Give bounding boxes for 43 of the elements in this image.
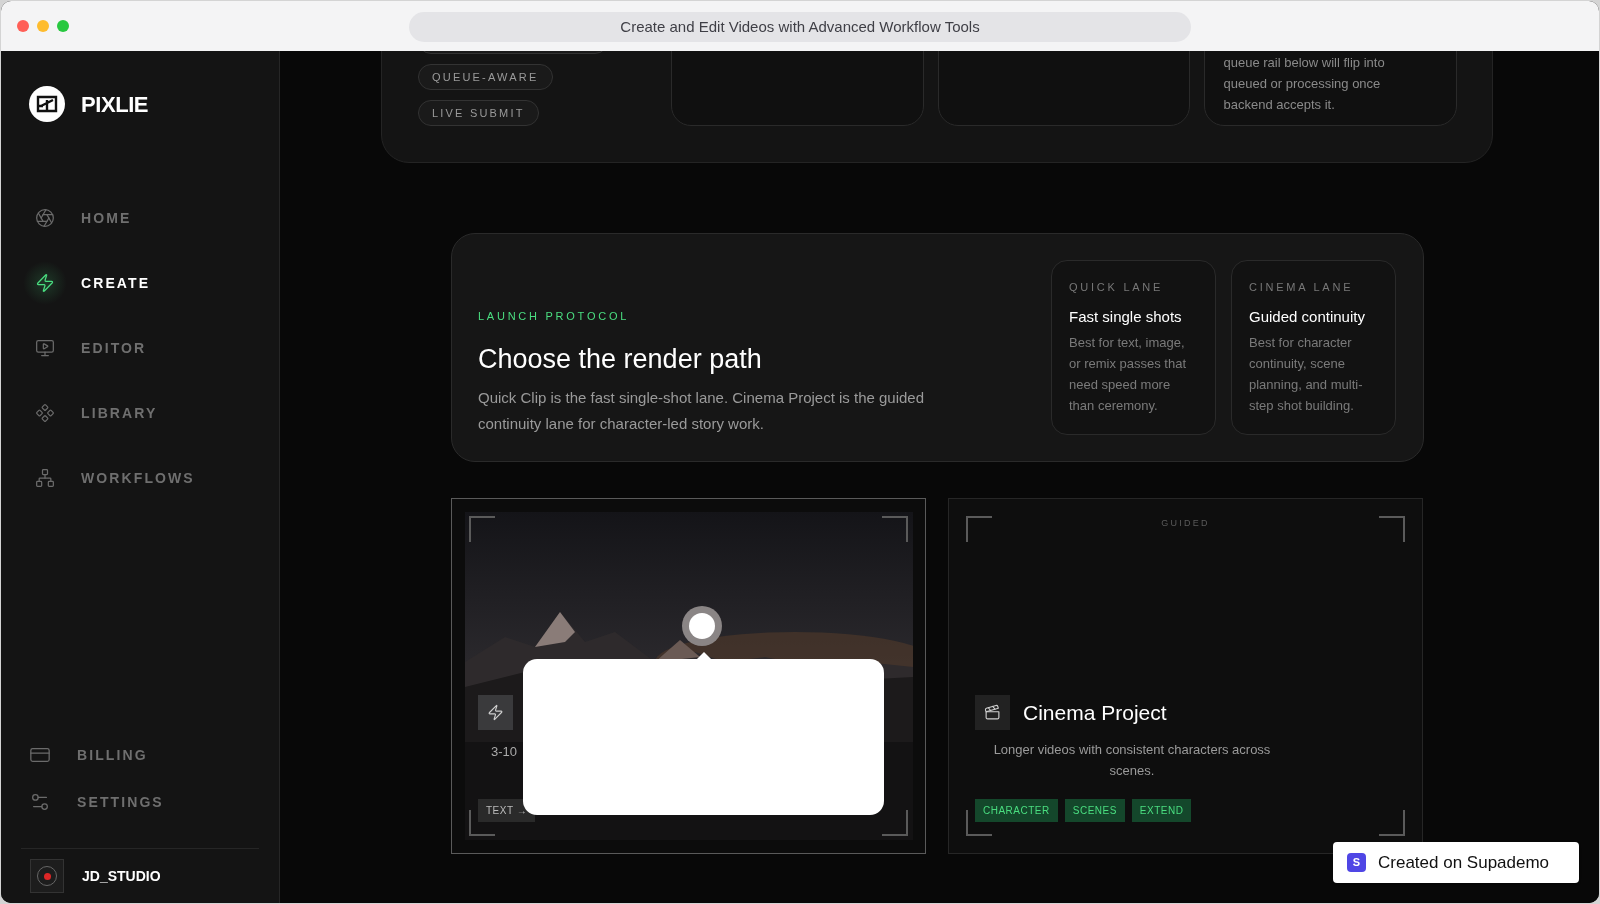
nav-item[interactable]: LIBRARY [23, 391, 253, 435]
nav-item[interactable]: BILLING [29, 739, 259, 771]
mode-card[interactable]: GUIDED Cinema Project Longer videos with consistent characters across scenes. CHARACTER SCENES EXTEND [948, 498, 1423, 854]
avatar-icon [30, 859, 64, 893]
user-name: JD_STUDIO [82, 866, 161, 886]
lane-label: QUICK LANE [1069, 280, 1165, 295]
mode-tag: SCENES [1064, 799, 1125, 822]
lane-description: Best for character continuity, scene planning, and multi-step shot building. [1249, 334, 1364, 415]
mode-tag: EXTEND [1131, 799, 1192, 822]
address-bar[interactable]: Create and Edit Videos with Advanced Workflow Tools [409, 12, 1191, 42]
card-text: queue rail below will flip into queued or processing once backend accepts it. [1223, 54, 1386, 114]
section-title: Choose the render path [478, 342, 763, 376]
lane-title: Fast single shots [1069, 306, 1183, 327]
sliders-icon [29, 791, 51, 813]
corner-bracket [966, 516, 992, 542]
nav-item[interactable]: WORKFLOWS [23, 456, 253, 500]
mode-title: Cinema Project [1023, 699, 1167, 726]
brand-name: PIXLIE [81, 90, 149, 119]
lane-label: CINEMA LANE [1249, 280, 1355, 295]
section-description: Quick Clip is the fast single-shot lane. Cinema Project is the guided continuity lane for character-led story work. [478, 388, 926, 434]
tag-pill: QUEUE-AWARE [418, 64, 553, 90]
supademo-logo: S [1347, 853, 1366, 872]
logo-icon [29, 86, 65, 122]
lightning-icon [478, 695, 513, 730]
mode-label: GUIDED [1161, 517, 1210, 530]
corner-bracket [882, 516, 908, 542]
mode-description: Longer videos with consistent characters across scenes. [992, 741, 1272, 780]
corner-bracket [882, 810, 908, 836]
corner-bracket [1379, 516, 1405, 542]
duration-text: 3-10 [491, 743, 518, 761]
corner-bracket [469, 516, 495, 542]
mode-tag: CHARACTER [975, 799, 1058, 822]
tag-pill: LIVE SUBMIT [418, 100, 539, 126]
nav-item[interactable]: EDITOR [23, 326, 253, 370]
clapperboard-icon [975, 695, 1010, 730]
eyebrow-label: LAUNCH PROTOCOL [478, 309, 631, 324]
nav-item[interactable]: HOME [23, 196, 253, 240]
lane-title: Guided continuity [1249, 306, 1366, 327]
nav-item[interactable]: SETTINGS [29, 786, 259, 818]
corner-bracket [1379, 810, 1405, 836]
supademo-badge[interactable]: S Created on Supademo [1333, 842, 1579, 883]
nav-item[interactable]: CREATE [23, 261, 253, 305]
lane-description: Best for text, image, or remix passes that need speed more than ceremony. [1069, 334, 1188, 415]
